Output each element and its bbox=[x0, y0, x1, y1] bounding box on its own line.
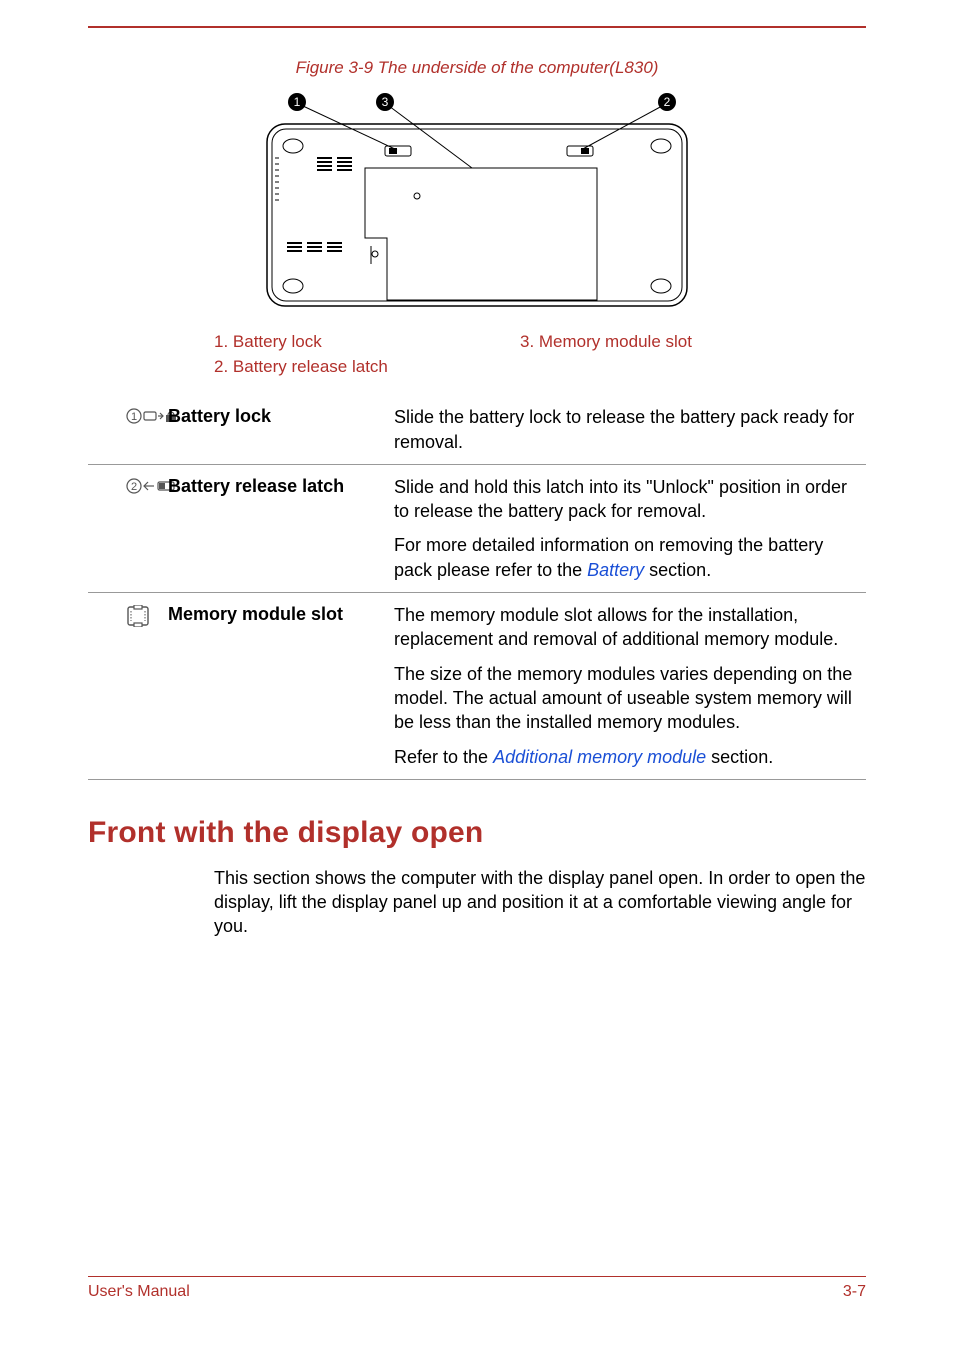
callout-1: 1 bbox=[294, 95, 301, 109]
section-heading: Front with the display open bbox=[88, 816, 866, 850]
footer-left: User's Manual bbox=[88, 1283, 190, 1301]
definition-body: Slide and hold this latch into its "Unlo… bbox=[394, 475, 866, 582]
definition-text: Slide the battery lock to release the ba… bbox=[394, 407, 854, 451]
definition-text: Slide and hold this latch into its "Unlo… bbox=[394, 477, 847, 521]
figure-legend: 1. Battery lock 2. Battery release latch… bbox=[88, 330, 866, 379]
section-body: This section shows the computer with the… bbox=[88, 866, 866, 939]
figure-caption: Figure 3-9 The underside of the computer… bbox=[88, 58, 866, 78]
svg-text:2: 2 bbox=[131, 481, 137, 493]
definitions-table: 1 Battery lock Slide the battery lock to… bbox=[88, 405, 866, 780]
memory-module-slot-icon bbox=[88, 603, 168, 769]
definition-text: The memory module slot allows for the in… bbox=[394, 605, 838, 649]
definition-text: section. bbox=[706, 747, 773, 767]
callout-2: 2 bbox=[664, 95, 671, 109]
battery-release-latch-icon: 2 bbox=[88, 475, 168, 582]
definition-term: Battery lock bbox=[168, 405, 394, 454]
legend-item-1: 1. Battery lock bbox=[214, 330, 520, 355]
figure-diagram: 1 3 2 bbox=[88, 88, 866, 312]
definition-row: 2 Battery release latch Slide and hold t… bbox=[88, 465, 866, 593]
battery-lock-icon: 1 bbox=[88, 405, 168, 454]
definition-term: Battery release latch bbox=[168, 475, 394, 582]
definition-text: The size of the memory modules varies de… bbox=[394, 664, 852, 733]
page-footer: User's Manual 3-7 bbox=[88, 1276, 866, 1301]
callout-3: 3 bbox=[382, 95, 389, 109]
legend-item-2: 2. Battery release latch bbox=[214, 355, 520, 380]
definition-text: section. bbox=[644, 560, 711, 580]
definition-row: 1 Battery lock Slide the battery lock to… bbox=[88, 405, 866, 465]
svg-text:1: 1 bbox=[131, 411, 137, 423]
legend-item-3: 3. Memory module slot bbox=[520, 330, 826, 355]
definition-text: Refer to the bbox=[394, 747, 493, 767]
definition-body: The memory module slot allows for the in… bbox=[394, 603, 866, 769]
definition-term: Memory module slot bbox=[168, 603, 394, 769]
definition-row: Memory module slot The memory module slo… bbox=[88, 593, 866, 780]
top-rule bbox=[88, 26, 866, 28]
footer-right: 3-7 bbox=[843, 1283, 866, 1301]
additional-memory-module-link[interactable]: Additional memory module bbox=[493, 747, 706, 767]
battery-link[interactable]: Battery bbox=[587, 560, 644, 580]
definition-body: Slide the battery lock to release the ba… bbox=[394, 405, 866, 454]
